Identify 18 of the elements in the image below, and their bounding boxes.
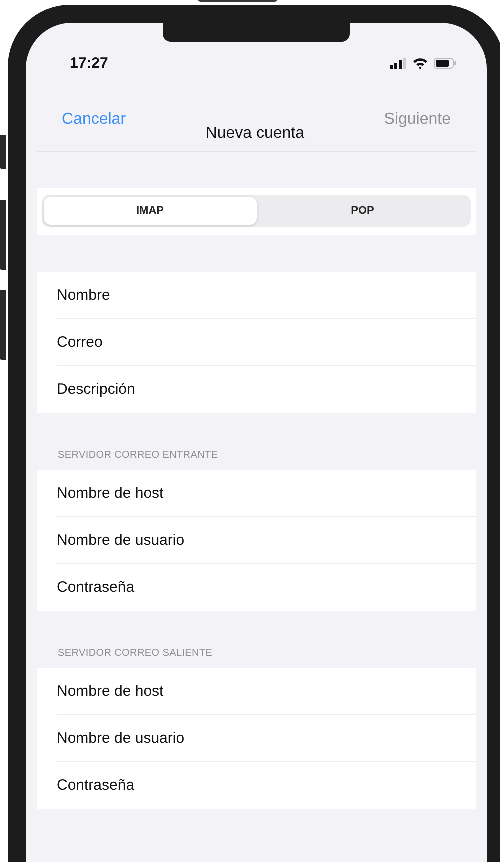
- status-time: 17:27: [70, 54, 108, 72]
- text-field[interactable]: Nombre: [57, 272, 476, 319]
- nav-title: Nueva cuenta: [206, 125, 305, 143]
- text-field[interactable]: Nombre de host: [57, 668, 476, 715]
- text-field[interactable]: Nombre de usuario: [57, 715, 476, 762]
- segment-tab[interactable]: IMAP: [44, 197, 256, 225]
- text-field[interactable]: Descripción: [57, 366, 476, 413]
- text-field[interactable]: Correo: [57, 319, 476, 366]
- wifi-icon: [413, 58, 428, 68]
- signal-icon: [390, 58, 407, 68]
- segment-tab[interactable]: POP: [256, 197, 469, 225]
- section-header: SERVIDOR CORREO SALIENTE: [57, 647, 214, 661]
- text-field[interactable]: Nombre de usuario: [57, 517, 476, 564]
- section-header: SERVIDOR CORREO ENTRANTE: [57, 449, 220, 463]
- battery-icon: [434, 58, 457, 68]
- text-field[interactable]: Nombre de host: [57, 470, 476, 517]
- text-field[interactable]: Contraseña: [57, 762, 476, 809]
- text-field[interactable]: Contraseña: [57, 564, 476, 611]
